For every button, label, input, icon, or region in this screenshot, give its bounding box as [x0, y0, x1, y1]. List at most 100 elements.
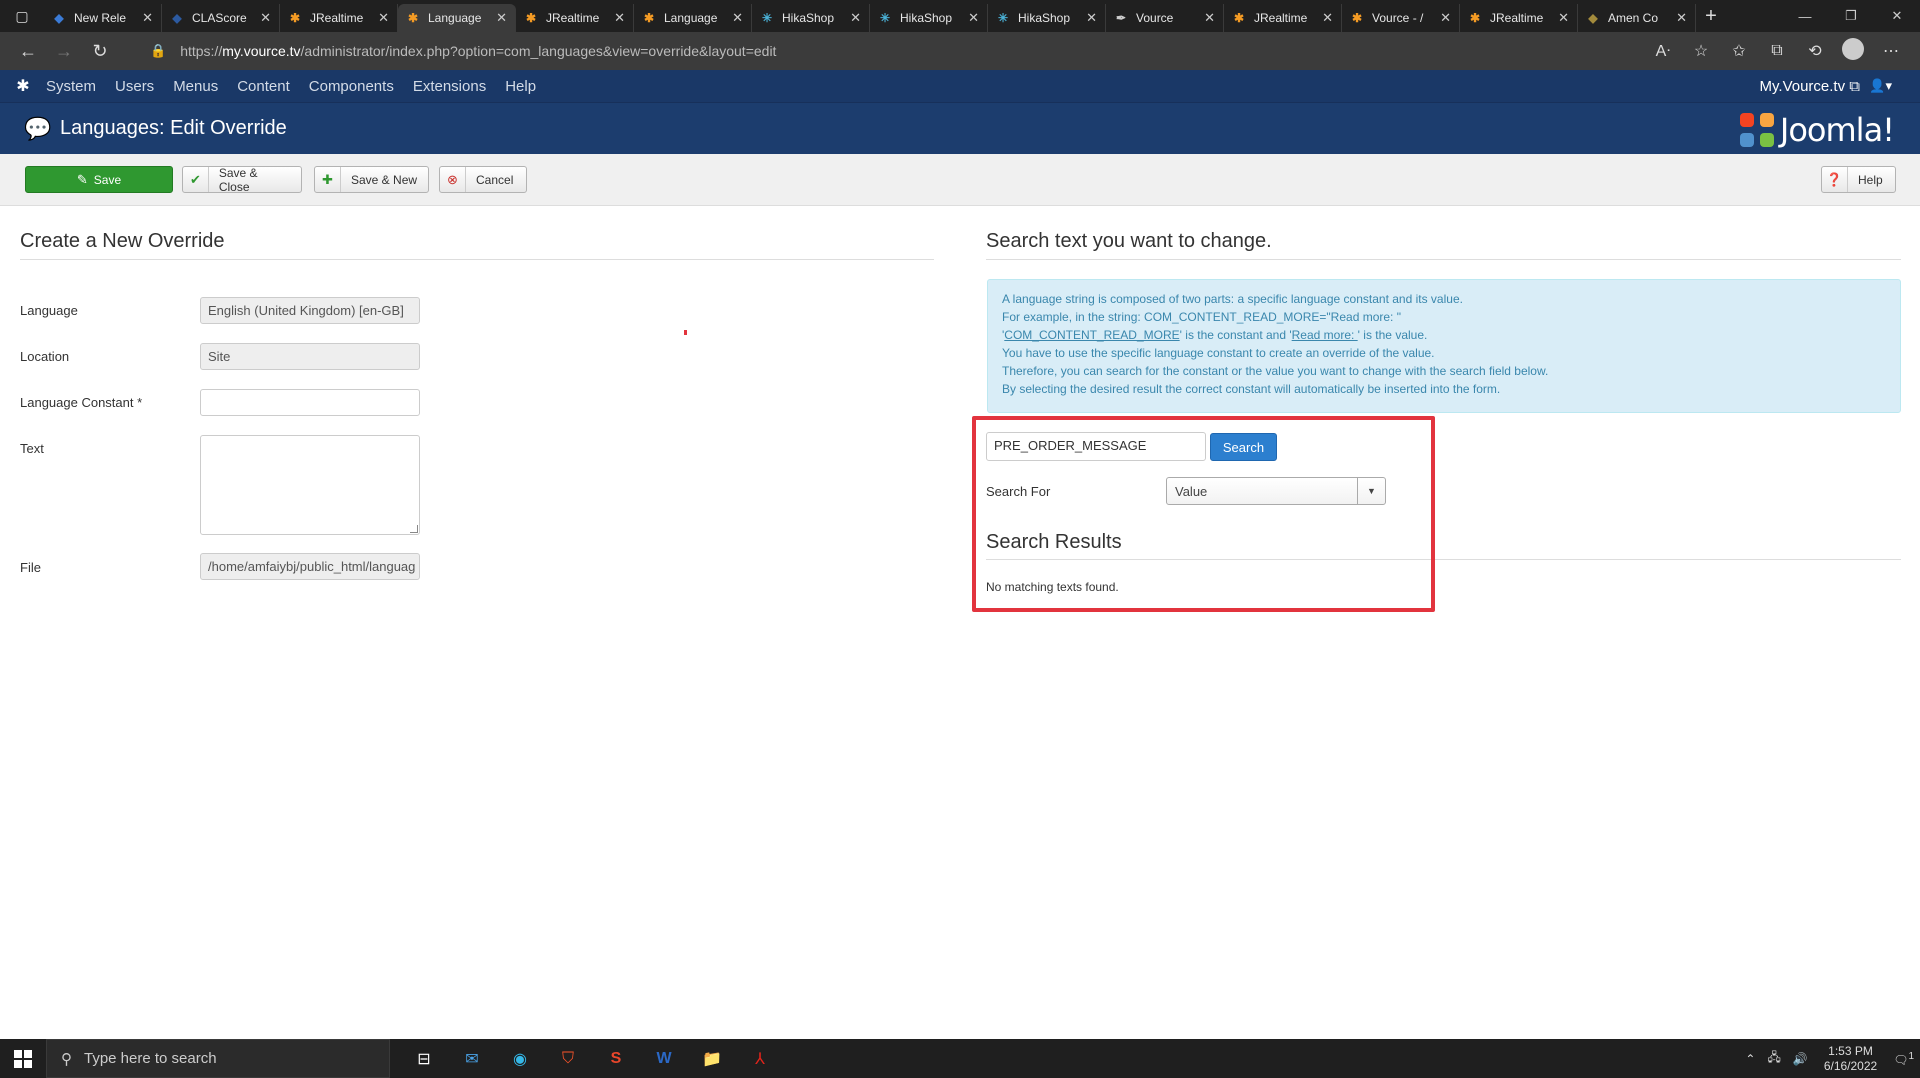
- close-tab-icon[interactable]: ✕: [496, 10, 507, 26]
- joomla-icon: ✱: [643, 11, 655, 25]
- browser-tab[interactable]: ◆ Amen Co ✕: [1578, 4, 1696, 32]
- more-icon[interactable]: ⋯: [1872, 41, 1910, 61]
- lock-icon: 🔒: [150, 43, 167, 58]
- close-tab-icon[interactable]: ✕: [732, 10, 743, 26]
- diamond-icon: ◆: [1588, 11, 1598, 25]
- language-field: English (United Kingdom) [en-GB]: [200, 297, 420, 324]
- location-label: Location: [20, 349, 70, 364]
- search-title: Search text you want to change.: [986, 230, 1272, 252]
- browser-tab[interactable]: ✱ JRealtime ✕: [1224, 4, 1342, 32]
- close-tab-icon[interactable]: ✕: [142, 10, 153, 26]
- cancel-icon: ⊗: [440, 167, 466, 192]
- close-tab-icon[interactable]: ✕: [614, 10, 625, 26]
- brave-icon[interactable]: ⛉: [544, 1039, 592, 1078]
- notifications-icon[interactable]: 🗨1: [1893, 1051, 1914, 1067]
- back-icon[interactable]: ←: [10, 32, 46, 70]
- favorites-icon[interactable]: ✩: [1720, 41, 1758, 61]
- close-tab-icon[interactable]: ✕: [378, 10, 389, 26]
- save-close-button[interactable]: ✔ Save & Close: [182, 165, 302, 194]
- close-tab-icon[interactable]: ✕: [850, 10, 861, 26]
- help-button[interactable]: ❓ Help: [1821, 166, 1896, 193]
- collections-icon[interactable]: ⧉: [1758, 42, 1796, 60]
- browser-tab[interactable]: ✱ JRealtime ✕: [280, 4, 398, 32]
- language-constant-input[interactable]: [200, 389, 420, 416]
- clock[interactable]: 1:53 PM 6/16/2022: [1824, 1044, 1877, 1074]
- taskbar-search[interactable]: ⚲ Type here to search: [46, 1039, 390, 1078]
- file-label: File: [20, 560, 41, 575]
- acrobat-icon[interactable]: ⅄: [736, 1039, 784, 1078]
- close-tab-icon[interactable]: ✕: [968, 10, 979, 26]
- close-tab-icon[interactable]: ✕: [1086, 10, 1097, 26]
- minimize-icon[interactable]: —: [1782, 0, 1828, 32]
- browser-tab[interactable]: ✱ Language ✕: [398, 4, 516, 32]
- chevron-up-icon[interactable]: ⌃: [1745, 1052, 1755, 1066]
- close-tab-icon[interactable]: ✕: [1322, 10, 1333, 26]
- read-aloud-icon[interactable]: Aᐧ: [1644, 41, 1682, 61]
- tab-actions-icon[interactable]: ▢: [0, 0, 44, 32]
- volume-icon[interactable]: 🔊: [1793, 1052, 1808, 1066]
- browser-tab[interactable]: ✱ JRealtime ✕: [516, 4, 634, 32]
- reload-icon[interactable]: ↻: [82, 32, 118, 70]
- browser-tab[interactable]: ✱ Vource - / ✕: [1342, 4, 1460, 32]
- save-new-button[interactable]: ✚ Save & New: [314, 166, 429, 193]
- browser-tab[interactable]: ✱ Language ✕: [634, 4, 752, 32]
- menu-system[interactable]: System: [46, 78, 96, 95]
- cancel-button[interactable]: ⊗ Cancel: [439, 166, 527, 193]
- info-alert: A language string is composed of two par…: [987, 279, 1901, 413]
- menu-components[interactable]: Components: [309, 78, 394, 95]
- system-tray: ⌃ 🖧 🔊 1:53 PM 6/16/2022 🗨1: [1739, 1039, 1920, 1078]
- url-prefix: https://: [180, 43, 223, 59]
- file-explorer-icon[interactable]: 📁: [688, 1039, 736, 1078]
- task-view-icon[interactable]: ⊟: [400, 1039, 448, 1078]
- joomla-menu-logo-icon[interactable]: ✱: [0, 76, 46, 96]
- plus-icon: ✚: [315, 167, 341, 192]
- new-tab-button[interactable]: +: [1696, 5, 1726, 28]
- favorite-add-icon[interactable]: ☆: [1682, 41, 1720, 61]
- menu-menus[interactable]: Menus: [173, 78, 218, 95]
- menu-extensions[interactable]: Extensions: [413, 78, 486, 95]
- page-header: 💬 Languages: Edit Override Joomla!: [0, 102, 1920, 154]
- menu-help[interactable]: Help: [505, 78, 536, 95]
- forward-icon[interactable]: →: [46, 32, 82, 70]
- close-tab-icon[interactable]: ✕: [260, 10, 271, 26]
- site-link[interactable]: My.Vource.tv ⧉: [1760, 78, 1860, 95]
- browser-tab[interactable]: ◆ CLAScore ✕: [162, 4, 280, 32]
- constant-example: COM_CONTENT_READ_MORE: [1004, 328, 1180, 342]
- windows-start-icon[interactable]: [0, 1039, 46, 1078]
- menu-content[interactable]: Content: [237, 78, 290, 95]
- menu-users[interactable]: Users: [115, 78, 154, 95]
- close-tab-icon[interactable]: ✕: [1204, 10, 1215, 26]
- save-close-label: Save & Close: [218, 165, 258, 194]
- close-window-icon[interactable]: ✕: [1874, 0, 1920, 32]
- network-icon[interactable]: 🖧: [1767, 1048, 1780, 1069]
- close-tab-icon[interactable]: ✕: [1440, 10, 1451, 26]
- browser-tab[interactable]: ✒ Vource ✕: [1106, 4, 1224, 32]
- url-field[interactable]: 🔒 https://my.vource.tv/administrator/ind…: [150, 36, 1640, 66]
- tab-title: JRealtime: [1254, 11, 1308, 25]
- user-menu-icon[interactable]: 👤▾: [1869, 78, 1892, 94]
- sublime-icon[interactable]: S: [592, 1039, 640, 1078]
- search-icon: ⚲: [61, 1050, 72, 1068]
- save-button[interactable]: ✎ Save: [25, 166, 173, 193]
- tab-title: Language: [664, 11, 718, 25]
- value-example: Read more:: [1291, 328, 1358, 342]
- close-tab-icon[interactable]: ✕: [1558, 10, 1569, 26]
- text-textarea[interactable]: [200, 435, 420, 535]
- edge-icon[interactable]: ◉: [496, 1039, 544, 1078]
- outlook-icon[interactable]: ✉: [448, 1039, 496, 1078]
- restore-icon[interactable]: ❐: [1828, 0, 1874, 32]
- browser-tab[interactable]: ✳ HikaShop ✕: [752, 4, 870, 32]
- browser-tab[interactable]: ✳ HikaShop ✕: [988, 4, 1106, 32]
- help-label: Help: [1858, 172, 1883, 187]
- history-icon[interactable]: ⟲: [1796, 41, 1834, 61]
- profile-icon[interactable]: [1834, 37, 1872, 65]
- info-line: A language string is composed of two par…: [1002, 292, 1463, 306]
- browser-tab[interactable]: ◆ New Rele ✕: [44, 4, 162, 32]
- cursor-mark: [684, 330, 687, 335]
- resize-grip-icon[interactable]: [410, 525, 418, 533]
- browser-tab[interactable]: ✱ JRealtime ✕: [1460, 4, 1578, 32]
- notification-count: 1: [1908, 1050, 1914, 1062]
- word-icon[interactable]: W: [640, 1039, 688, 1078]
- close-tab-icon[interactable]: ✕: [1676, 10, 1687, 26]
- browser-tab[interactable]: ✳ HikaShop ✕: [870, 4, 988, 32]
